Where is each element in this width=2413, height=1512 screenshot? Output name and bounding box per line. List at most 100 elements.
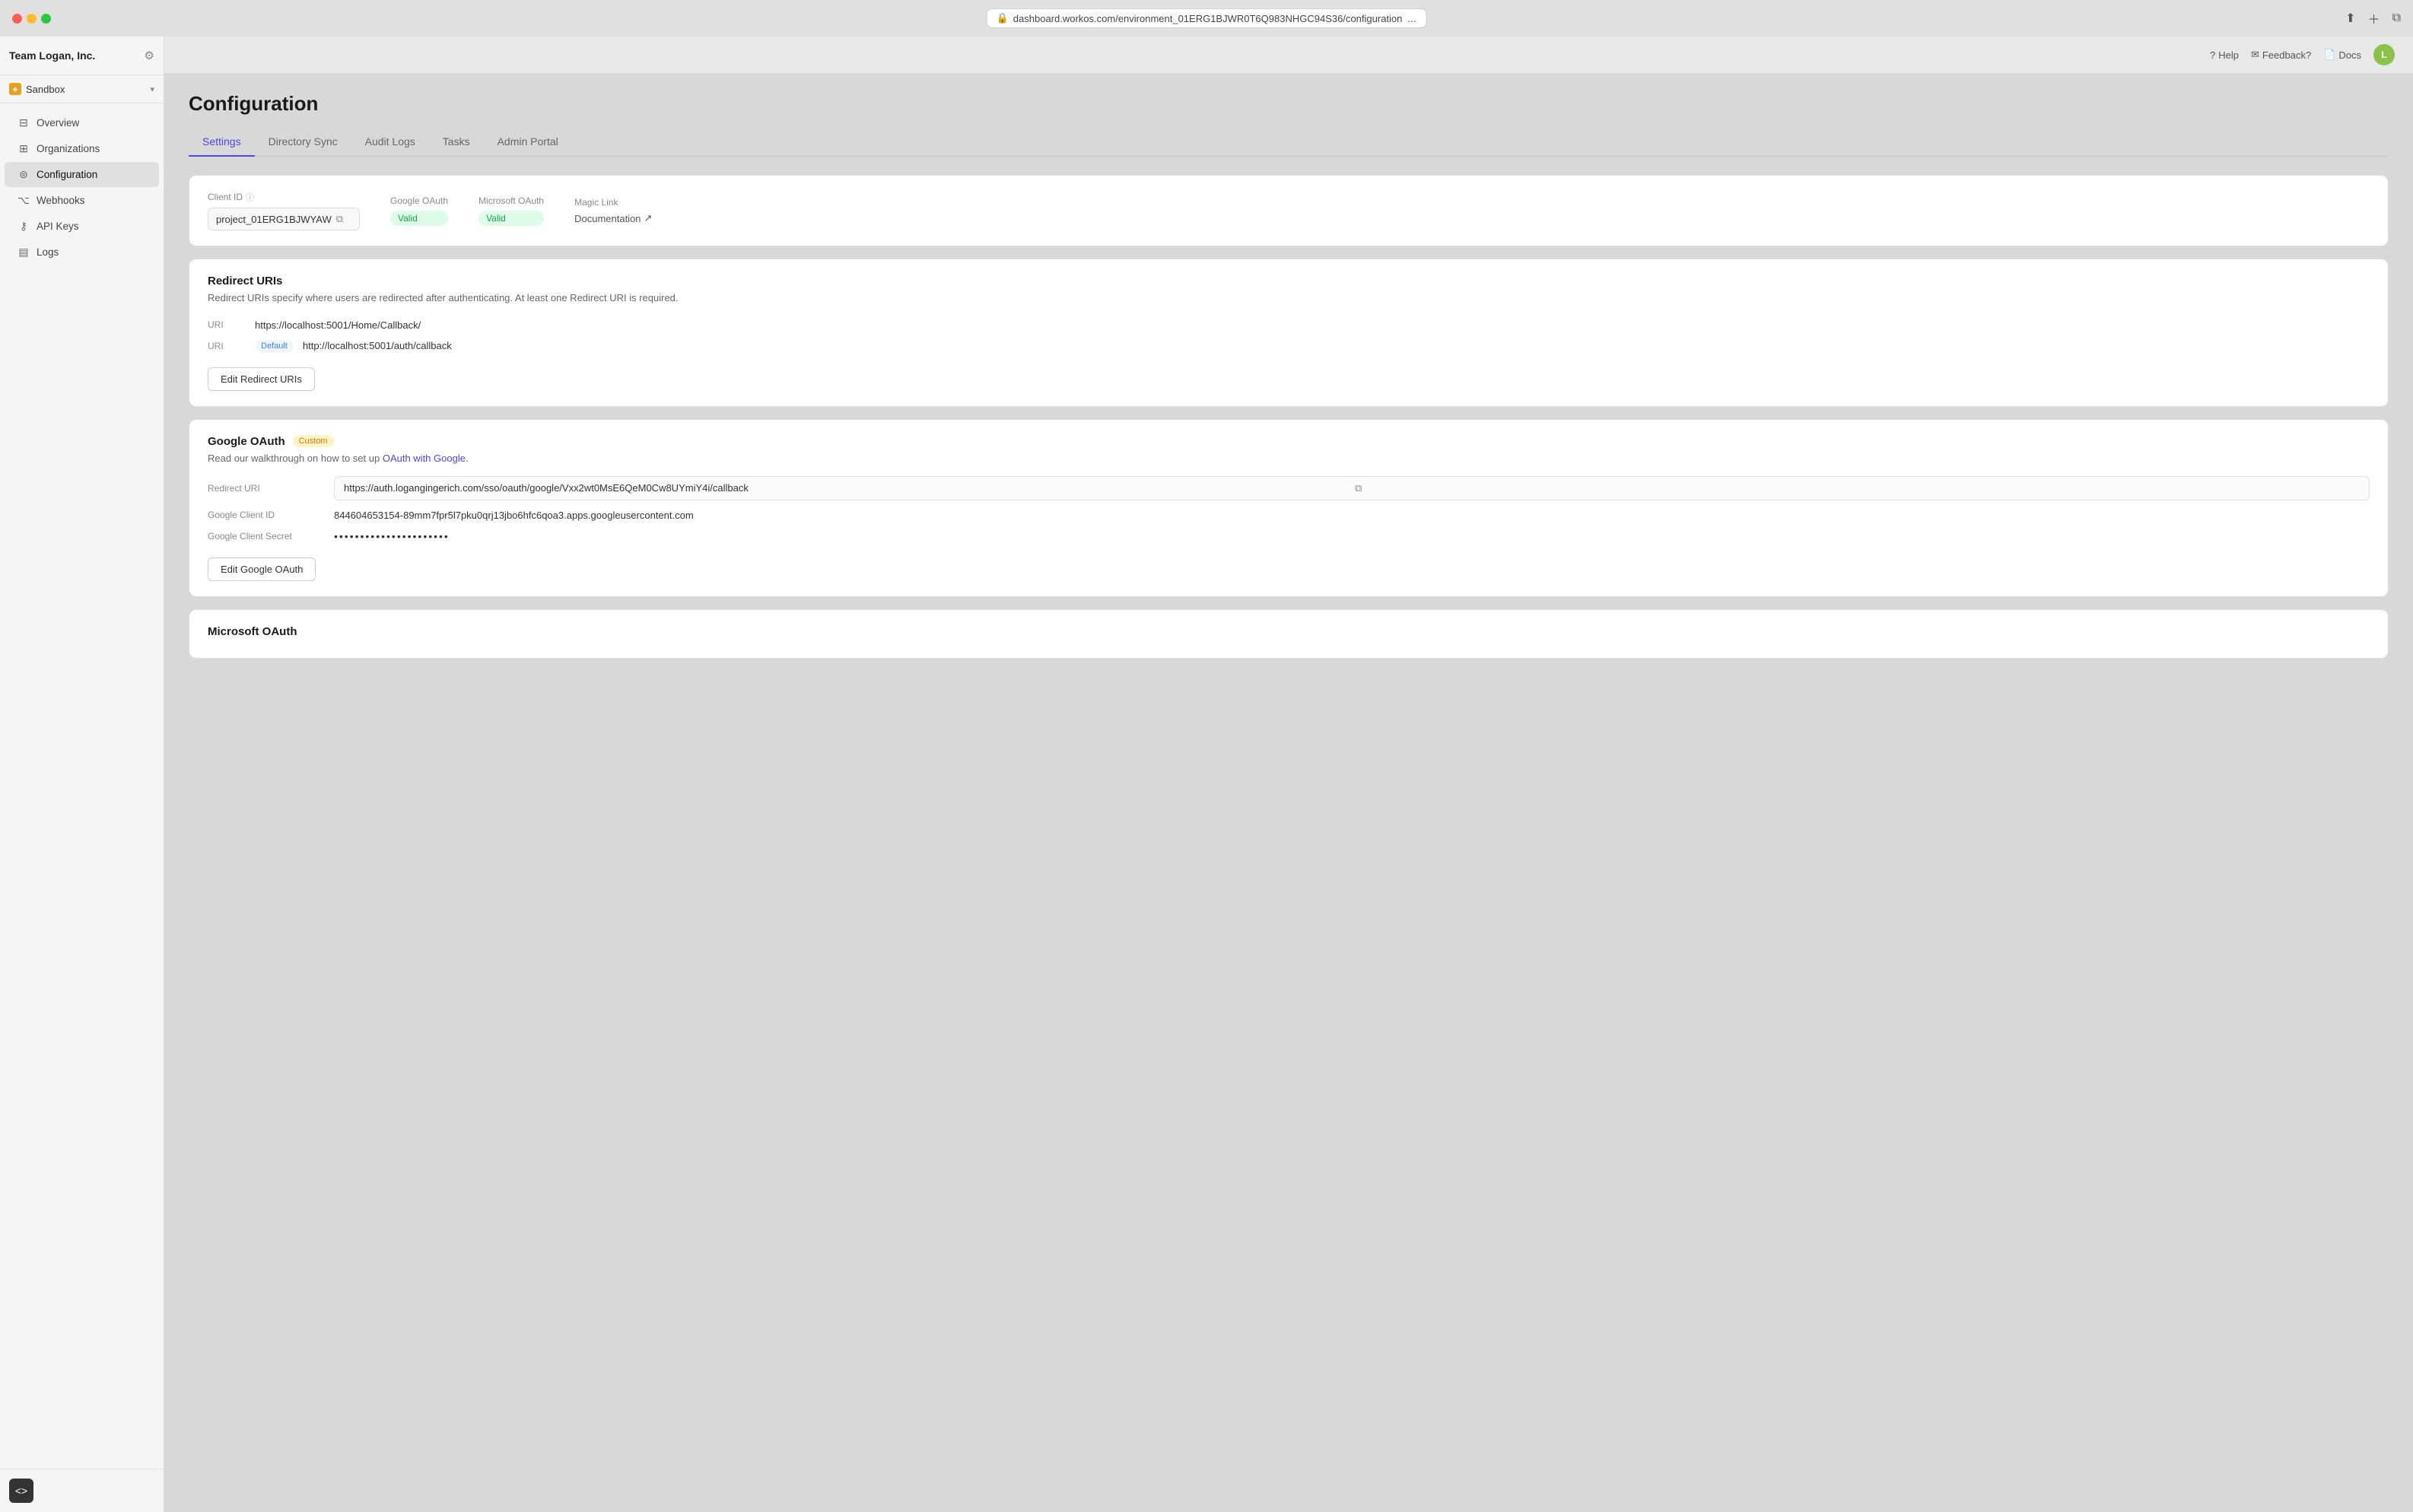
microsoft-oauth-status: Valid xyxy=(478,211,544,226)
avatar[interactable]: L xyxy=(2373,44,2395,65)
google-oauth-field: Google OAuth Valid xyxy=(390,195,448,226)
share-icon[interactable]: ⬆ xyxy=(2345,11,2355,26)
edit-redirect-uris-button[interactable]: Edit Redirect URIs xyxy=(208,367,315,391)
traffic-lights xyxy=(12,14,51,24)
sidebar-item-webhooks[interactable]: ⌥ Webhooks xyxy=(5,188,159,213)
sidebar-item-organizations[interactable]: ⊞ Organizations xyxy=(5,136,159,161)
redirect-uris-card: Redirect URIs Redirect URIs specify wher… xyxy=(189,259,2389,407)
help-icon: ? xyxy=(2210,49,2215,61)
feedback-link[interactable]: ✉ Feedback? xyxy=(2251,49,2311,61)
docs-link[interactable]: 📄 Docs xyxy=(2323,49,2361,61)
google-oauth-card: Google OAuth Custom Read our walkthrough… xyxy=(189,419,2389,597)
tabs-icon[interactable]: ⧉ xyxy=(2392,11,2401,25)
new-tab-icon[interactable]: ＋ xyxy=(2368,9,2380,27)
lock-icon: 🔒 xyxy=(997,12,1009,24)
documentation-link[interactable]: Documentation ↗ xyxy=(574,212,652,224)
microsoft-oauth-card: Microsoft OAuth xyxy=(189,609,2389,659)
sidebar-item-configuration[interactable]: ⊜ Configuration xyxy=(5,162,159,187)
settings-icon[interactable]: ⚙ xyxy=(145,49,154,62)
sidebar: Team Logan, Inc. ⚙ ◈ Sandbox ▾ ⊟ Overvie… xyxy=(0,37,164,1512)
edit-google-oauth-button[interactable]: Edit Google OAuth xyxy=(208,557,316,581)
google-oauth-label: Google OAuth xyxy=(390,195,448,206)
google-oauth-status: Valid xyxy=(390,211,448,226)
custom-badge: Custom xyxy=(293,435,334,447)
terminal-icon: ⌥ xyxy=(17,194,30,207)
uri-label-1: URI xyxy=(208,319,246,330)
close-button[interactable] xyxy=(12,14,22,24)
brand-name: Team Logan, Inc. xyxy=(9,49,95,62)
uri-label-2: URI xyxy=(208,341,246,351)
copy-icon[interactable]: ⧉ xyxy=(336,213,343,225)
maximize-button[interactable] xyxy=(41,14,51,24)
google-client-id-value: 844604653154-89mm7fpr5l7pku0qrj13jbo6hfc… xyxy=(334,510,2370,521)
tab-tasks[interactable]: Tasks xyxy=(429,128,484,157)
google-client-secret-value: •••••••••••••••••••••• xyxy=(334,530,2370,542)
more-icon: … xyxy=(1407,13,1416,24)
google-client-secret-label: Google Client Secret xyxy=(208,531,322,542)
tab-audit-logs[interactable]: Audit Logs xyxy=(351,128,429,157)
tab-settings[interactable]: Settings xyxy=(189,128,255,157)
microsoft-oauth-title: Microsoft OAuth xyxy=(208,625,297,638)
default-badge: Default xyxy=(255,340,294,352)
google-oauth-desc: Read our walkthrough on how to set up OA… xyxy=(208,453,2370,464)
code-icon[interactable]: <> xyxy=(9,1479,33,1503)
sidebar-item-logs[interactable]: ▤ Logs xyxy=(5,240,159,265)
url-bar[interactable]: 🔒 dashboard.workos.com/environment_01ERG… xyxy=(987,8,1427,28)
sidebar-item-overview[interactable]: ⊟ Overview xyxy=(5,110,159,135)
uri-value-1: https://localhost:5001/Home/Callback/ xyxy=(255,319,421,331)
tab-directory-sync[interactable]: Directory Sync xyxy=(255,128,351,157)
uri-row-2: URI Default http://localhost:5001/auth/c… xyxy=(208,340,2370,352)
grid-icon: ⊞ xyxy=(17,142,30,155)
env-label: Sandbox xyxy=(26,84,145,95)
external-link-icon: ↗ xyxy=(644,212,653,224)
sidebar-nav: ⊟ Overview ⊞ Organizations ⊜ Configurati… xyxy=(0,103,164,1469)
client-id-field: Client ID ⓘ project_01ERG1BJWYAW ⧉ xyxy=(208,191,360,230)
microsoft-oauth-field: Microsoft OAuth Valid xyxy=(478,195,544,226)
redirect-uri-label: Redirect URI xyxy=(208,483,322,494)
redirect-uris-title: Redirect URIs xyxy=(208,275,2370,287)
tab-admin-portal[interactable]: Admin Portal xyxy=(484,128,572,157)
microsoft-oauth-label: Microsoft OAuth xyxy=(478,195,544,206)
key-icon: ⚷ xyxy=(17,220,30,233)
titlebar-controls: ⬆ ＋ ⧉ xyxy=(2345,9,2401,27)
sidebar-header: Team Logan, Inc. ⚙ xyxy=(0,37,164,75)
redirect-uris-description: Redirect URIs specify where users are re… xyxy=(208,291,2370,306)
redirect-uri-row: Redirect URI https://auth.logangingerich… xyxy=(208,476,2370,500)
uri-row-1: URI https://localhost:5001/Home/Callback… xyxy=(208,319,2370,331)
google-oauth-header: Google OAuth Custom xyxy=(208,435,2370,448)
sidebar-item-label: Overview xyxy=(37,117,79,129)
bookmark-icon: ⊟ xyxy=(17,116,30,129)
feedback-icon: ✉ xyxy=(2251,49,2259,61)
uri-value-2: http://localhost:5001/auth/callback xyxy=(303,340,452,351)
docs-icon: 📄 xyxy=(2323,49,2335,61)
client-id-label: Client ID ⓘ xyxy=(208,191,360,203)
sidebar-item-label: Organizations xyxy=(37,143,100,154)
sidebar-item-api-keys[interactable]: ⚷ API Keys xyxy=(5,214,159,239)
redirect-uri-field: https://auth.logangingerich.com/sso/oaut… xyxy=(334,476,2370,500)
chevron-down-icon: ▾ xyxy=(150,84,154,94)
magic-link-field: Magic Link Documentation ↗ xyxy=(574,197,652,224)
help-link[interactable]: ? Help xyxy=(2210,49,2239,61)
url-text: dashboard.workos.com/environment_01ERG1B… xyxy=(1013,13,1403,24)
info-icon: ⓘ xyxy=(246,191,254,203)
env-selector[interactable]: ◈ Sandbox ▾ xyxy=(0,75,164,103)
minimize-button[interactable] xyxy=(27,14,37,24)
copy-redirect-uri-icon[interactable]: ⧉ xyxy=(1355,482,2360,494)
page-title: Configuration xyxy=(189,92,2389,116)
magic-link-label: Magic Link xyxy=(574,197,652,208)
sidebar-bottom: <> xyxy=(0,1469,164,1512)
microsoft-oauth-header: Microsoft OAuth xyxy=(208,625,2370,638)
oauth-with-google-link[interactable]: OAuth with Google xyxy=(383,453,466,464)
sidebar-item-label: Logs xyxy=(37,246,59,258)
env-icon: ◈ xyxy=(9,83,21,95)
topbar: ? Help ✉ Feedback? 📄 Docs L xyxy=(164,37,2413,74)
client-id-input[interactable]: project_01ERG1BJWYAW ⧉ xyxy=(208,208,360,230)
google-client-id-row: Google Client ID 844604653154-89mm7fpr5l… xyxy=(208,510,2370,521)
client-id-row: Client ID ⓘ project_01ERG1BJWYAW ⧉ Googl… xyxy=(208,191,2370,230)
titlebar: 🔒 dashboard.workos.com/environment_01ERG… xyxy=(0,0,2413,37)
main-area: ? Help ✉ Feedback? 📄 Docs L Configuratio… xyxy=(164,37,2413,1512)
sliders-icon: ⊜ xyxy=(17,168,30,181)
client-id-card: Client ID ⓘ project_01ERG1BJWYAW ⧉ Googl… xyxy=(189,175,2389,246)
google-oauth-title: Google OAuth xyxy=(208,435,285,448)
file-text-icon: ▤ xyxy=(17,246,30,259)
